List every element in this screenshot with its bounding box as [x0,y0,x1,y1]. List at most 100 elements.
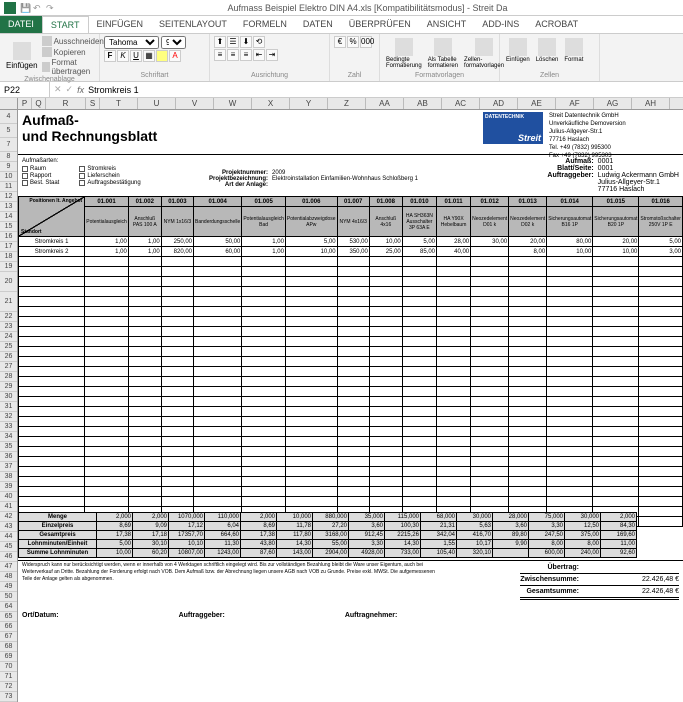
empty-cell[interactable] [369,477,402,487]
empty-cell[interactable] [437,387,471,397]
empty-cell[interactable] [337,467,369,477]
value-cell[interactable]: 80,00 [547,237,593,247]
empty-cell[interactable] [471,387,509,397]
empty-cell[interactable] [402,297,436,307]
row-header[interactable]: 26 [0,352,17,362]
empty-cell[interactable] [85,317,129,327]
empty-cell[interactable] [402,327,436,337]
tab-start[interactable]: START [42,16,89,33]
empty-cell[interactable] [128,487,161,497]
empty-cell[interactable] [194,257,242,267]
empty-cell[interactable] [242,427,286,437]
empty-cell[interactable] [593,287,639,297]
empty-cell[interactable] [85,457,129,467]
empty-cell[interactable] [509,367,547,377]
row-header[interactable]: 67 [0,632,17,642]
empty-cell[interactable] [593,367,639,377]
empty-cell[interactable] [128,427,161,437]
empty-cell[interactable] [161,367,193,377]
quick-access-toolbar[interactable]: 💾 ↶ ↷ [20,3,56,13]
empty-cell[interactable] [369,357,402,367]
empty-cell[interactable] [161,467,193,477]
empty-cell[interactable] [128,307,161,317]
empty-cell[interactable] [593,397,639,407]
row-header[interactable]: 40 [0,492,17,502]
value-cell[interactable]: 10,00 [285,247,337,257]
empty-cell[interactable] [337,287,369,297]
empty-cell[interactable] [547,327,593,337]
row-header[interactable]: 50 [0,592,17,602]
empty-cell[interactable] [593,427,639,437]
font-size-select[interactable]: 9 [161,36,186,49]
empty-cell[interactable] [593,307,639,317]
tab-insert[interactable]: EINFÜGEN [89,16,152,33]
value-cell[interactable]: 85,00 [402,247,436,257]
empty-cell[interactable] [285,477,337,487]
copy-button[interactable]: Kopieren [42,47,104,57]
empty-cell[interactable] [128,367,161,377]
value-cell[interactable]: 5,00 [639,237,683,247]
empty-cell[interactable] [85,327,129,337]
row-header[interactable]: 43 [0,522,17,532]
align-top-button[interactable]: ⬆ [214,36,226,48]
row-header[interactable]: 28 [0,372,17,382]
align-middle-button[interactable]: ☰ [227,36,239,48]
empty-cell[interactable] [337,437,369,447]
row-header[interactable]: 38 [0,472,17,482]
row-header[interactable]: 65 [0,612,17,622]
empty-cell[interactable] [194,357,242,367]
empty-cell[interactable] [509,437,547,447]
empty-cell[interactable] [194,437,242,447]
empty-cell[interactable] [509,457,547,467]
empty-cell[interactable] [194,347,242,357]
empty-cell[interactable] [402,397,436,407]
undo-icon[interactable]: ↶ [33,3,43,13]
value-cell[interactable]: 1,00 [242,247,286,257]
empty-cell[interactable] [19,327,85,337]
row-header[interactable]: 48 [0,572,17,582]
column-header[interactable]: AE [518,98,556,109]
empty-cell[interactable] [161,257,193,267]
empty-cell[interactable] [509,447,547,457]
empty-cell[interactable] [161,267,193,277]
empty-cell[interactable] [437,257,471,267]
empty-cell[interactable] [547,427,593,437]
row-header[interactable]: 10 [0,172,17,182]
delete-cells-button[interactable]: Löschen [534,36,561,65]
empty-cell[interactable] [639,277,683,287]
empty-cell[interactable] [19,407,85,417]
empty-cell[interactable] [128,267,161,277]
empty-cell[interactable] [285,317,337,327]
empty-cell[interactable] [369,377,402,387]
empty-cell[interactable] [547,287,593,297]
empty-cell[interactable] [19,307,85,317]
empty-cell[interactable] [285,427,337,437]
empty-cell[interactable] [242,407,286,417]
empty-cell[interactable] [161,427,193,437]
empty-cell[interactable] [639,467,683,477]
empty-cell[interactable] [471,287,509,297]
empty-cell[interactable] [128,417,161,427]
empty-cell[interactable] [194,467,242,477]
empty-cell[interactable] [547,407,593,417]
tab-pagelayout[interactable]: SEITENLAYOUT [151,16,235,33]
empty-cell[interactable] [285,307,337,317]
empty-cell[interactable] [509,257,547,267]
empty-cell[interactable] [369,317,402,327]
empty-cell[interactable] [639,317,683,327]
row-header[interactable]: 17 [0,242,17,252]
value-cell[interactable]: 10,00 [593,247,639,257]
empty-cell[interactable] [471,367,509,377]
empty-cell[interactable] [161,487,193,497]
empty-cell[interactable] [369,277,402,287]
column-header[interactable]: V [176,98,214,109]
empty-cell[interactable] [285,287,337,297]
empty-cell[interactable] [437,267,471,277]
orientation-button[interactable]: ⟲ [253,36,265,48]
row-header[interactable]: 44 [0,532,17,542]
empty-cell[interactable] [547,447,593,457]
empty-cell[interactable] [402,307,436,317]
redo-icon[interactable]: ↷ [46,3,56,13]
value-cell[interactable]: 40,00 [437,247,471,257]
empty-cell[interactable] [161,337,193,347]
